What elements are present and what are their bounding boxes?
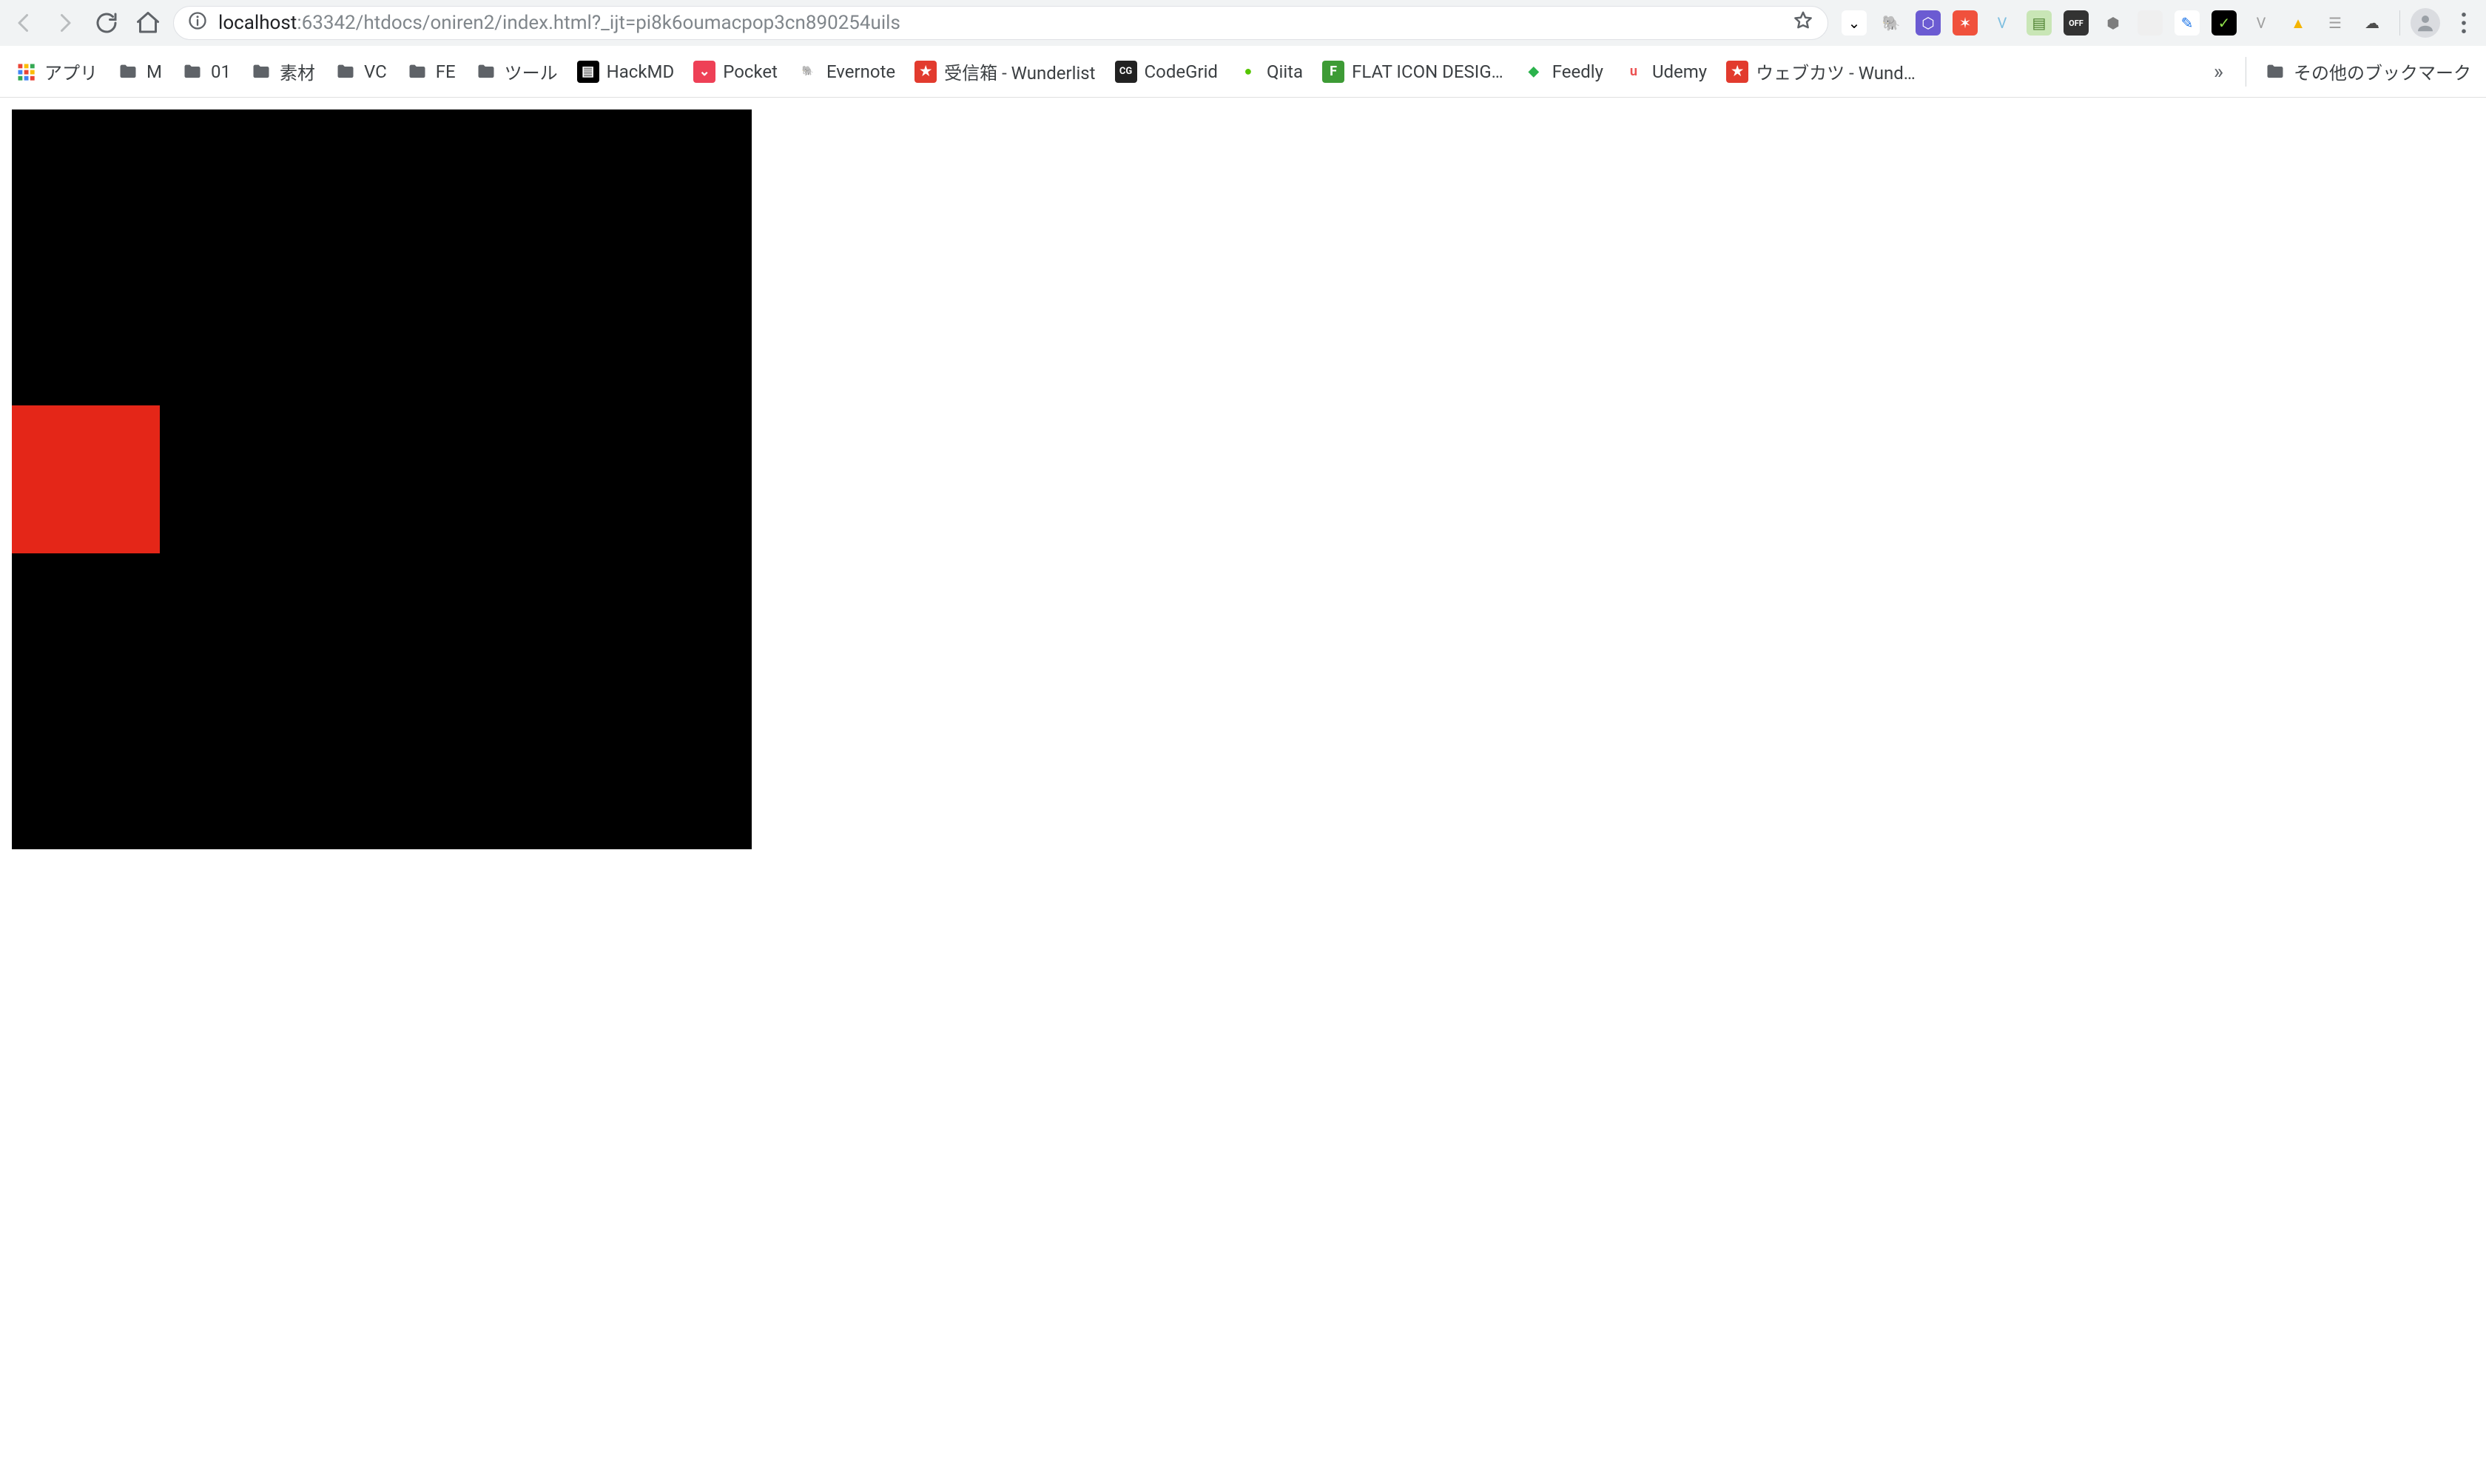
drive-icon[interactable]: ▲ xyxy=(2285,10,2311,36)
evernote-favicon: 🐘 xyxy=(797,61,819,83)
bookmark-label: ウェブカツ - Wund… xyxy=(1756,58,1916,84)
vue-icon[interactable]: V xyxy=(1990,10,2015,36)
bookmark-folder-label: 01 xyxy=(211,61,231,82)
other-bookmarks-folder[interactable]: その他のブックマーク xyxy=(2263,55,2473,87)
toolbar-separator xyxy=(2399,10,2400,36)
bookmark-star-icon[interactable] xyxy=(1792,10,1814,37)
pocket-icon[interactable]: ⌄ xyxy=(1842,10,1867,36)
kebab-icon xyxy=(2460,13,2468,33)
red-circle-icon[interactable]: ✶ xyxy=(1953,10,1978,36)
url-path: :63342/htdocs/oniren2/index.html?_ijt=pi… xyxy=(297,12,900,34)
bookmark-codegrid[interactable]: CG CodeGrid xyxy=(1114,58,1219,86)
url-host: localhost xyxy=(218,12,297,34)
bookmark-feedly[interactable]: ◆ Feedly xyxy=(1521,58,1605,86)
folder-icon xyxy=(181,61,203,83)
blue-edit-icon[interactable]: ✎ xyxy=(2175,10,2200,36)
bookmark-folder[interactable]: M xyxy=(115,58,164,86)
bookmark-wunder1[interactable]: ★ 受信箱 - Wunderlist xyxy=(913,55,1097,87)
bookmark-label: Udemy xyxy=(1652,61,1707,82)
folder-icon xyxy=(334,61,357,83)
home-button[interactable] xyxy=(132,7,164,39)
folder-icon xyxy=(117,61,139,83)
red-square xyxy=(12,405,160,553)
green-box-icon[interactable]: ▤ xyxy=(2027,10,2052,36)
bookmark-folder-label: 素材 xyxy=(280,58,315,84)
bookmark-folder[interactable]: VC xyxy=(333,58,388,86)
bookmarks-bar: アプリ M 01 素材 VC FE ツール ▤ HackMD ⌄ Pocket 🐘 Evernote… xyxy=(0,46,2486,98)
wunder1-favicon: ★ xyxy=(914,61,937,83)
bookmark-folder-label: VC xyxy=(364,61,387,82)
flaticon-favicon: F xyxy=(1322,61,1344,83)
bookmark-folder-label: ツール xyxy=(505,58,558,84)
nav-back-button[interactable] xyxy=(7,7,40,39)
bookmark-folder[interactable]: FE xyxy=(405,58,457,86)
other-bookmarks-label: その他のブックマーク xyxy=(2294,58,2471,84)
extensions-row: ⌄ 🐘 ⬡ ✶ V ▤ OFF ⬢ ✎ ✓ V ▲ ☰ ☁ xyxy=(1837,10,2389,36)
grey-hex-icon[interactable]: ⬢ xyxy=(2101,10,2126,36)
browser-toolbar: localhost:63342/htdocs/oniren2/index.htm… xyxy=(0,0,2486,46)
nav-forward-button[interactable] xyxy=(49,7,81,39)
bookmark-label: Qiita xyxy=(1267,61,1303,82)
bookmark-folder[interactable]: 01 xyxy=(180,58,232,86)
bookmark-label: Feedly xyxy=(1552,61,1603,82)
bookmark-folder[interactable]: 素材 xyxy=(249,55,317,87)
bookmark-label: FLAT ICON DESIG… xyxy=(1352,61,1503,82)
apps-shortcut[interactable]: アプリ xyxy=(13,55,99,87)
folder-icon xyxy=(2264,61,2286,83)
evernote-icon[interactable]: 🐘 xyxy=(1879,10,1904,36)
cloud-icon[interactable]: ☁ xyxy=(2359,10,2385,36)
feedly-favicon: ◆ xyxy=(1523,61,1545,83)
bookmark-pocket[interactable]: ⌄ Pocket xyxy=(692,58,779,86)
page-content xyxy=(0,98,2486,1484)
profile-avatar[interactable] xyxy=(2411,8,2440,38)
bookmark-flaticon[interactable]: F FLAT ICON DESIG… xyxy=(1321,58,1505,86)
folder-icon xyxy=(250,61,272,83)
folder-icon xyxy=(475,61,497,83)
apps-label: アプリ xyxy=(44,58,98,84)
bookmark-label: Evernote xyxy=(826,61,895,82)
arrow-left-icon xyxy=(10,10,37,36)
light-box-icon[interactable] xyxy=(2138,10,2163,36)
hackmd-favicon: ▤ xyxy=(577,61,599,83)
hat-off-icon[interactable]: OFF xyxy=(2064,10,2089,36)
reload-icon xyxy=(93,10,120,36)
grey-v-icon[interactable]: V xyxy=(2248,10,2274,36)
bookmark-folder-label: FE xyxy=(436,61,456,82)
bookmark-label: 受信箱 - Wunderlist xyxy=(944,58,1095,84)
bookmark-hackmd[interactable]: ▤ HackMD xyxy=(576,58,676,86)
arrow-right-icon xyxy=(52,10,78,36)
folder-icon xyxy=(406,61,428,83)
bookmark-qiita[interactable]: ● Qiita xyxy=(1236,58,1304,86)
udemy-favicon: u xyxy=(1623,61,1645,83)
bookmarks-overflow-button[interactable]: » xyxy=(2208,59,2229,84)
bookmark-label: Pocket xyxy=(723,61,778,82)
reload-button[interactable] xyxy=(90,7,123,39)
bookmark-label: HackMD xyxy=(607,61,675,82)
bookmark-evernote[interactable]: 🐘 Evernote xyxy=(795,58,897,86)
bookmark-label: CodeGrid xyxy=(1145,61,1218,82)
stripes-icon[interactable]: ☰ xyxy=(2322,10,2348,36)
site-info-icon[interactable] xyxy=(187,10,208,36)
qiita-favicon: ● xyxy=(1237,61,1259,83)
url-text: localhost:63342/htdocs/oniren2/index.htm… xyxy=(218,12,1782,34)
bookmark-wunder2[interactable]: ★ ウェブカツ - Wund… xyxy=(1725,55,1917,87)
home-icon xyxy=(135,10,161,36)
chrome-menu-button[interactable] xyxy=(2449,8,2479,38)
pocket-favicon: ⌄ xyxy=(693,61,715,83)
hex-purple-icon[interactable]: ⬡ xyxy=(1916,10,1941,36)
black-check-icon[interactable]: ✓ xyxy=(2212,10,2237,36)
bookmark-udemy[interactable]: u Udemy xyxy=(1621,58,1708,86)
wunder2-favicon: ★ xyxy=(1726,61,1748,83)
bookmark-folder[interactable]: ツール xyxy=(474,55,559,87)
canvas-stage[interactable] xyxy=(12,109,752,849)
bookmark-folder-label: M xyxy=(146,61,162,82)
address-bar[interactable]: localhost:63342/htdocs/oniren2/index.htm… xyxy=(173,6,1828,40)
codegrid-favicon: CG xyxy=(1115,61,1137,83)
apps-grid-icon xyxy=(15,61,37,83)
